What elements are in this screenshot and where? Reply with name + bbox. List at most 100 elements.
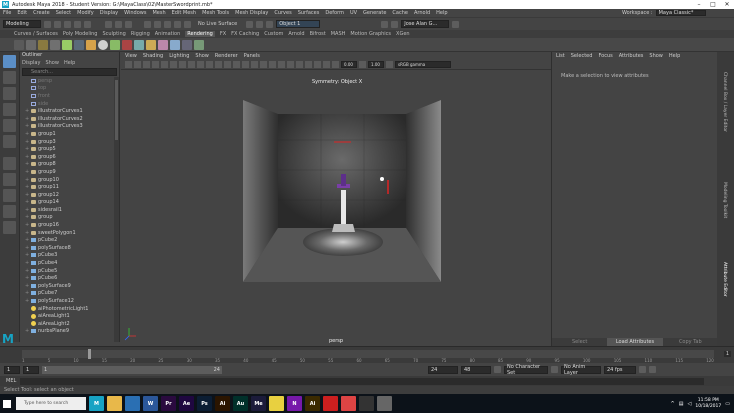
attr-menu-attributes[interactable]: Attributes — [619, 53, 644, 59]
taskbar-search-input[interactable]: Type here to search — [16, 397, 86, 410]
attr-menu-show[interactable]: Show — [649, 53, 663, 59]
graph-persp-icon[interactable] — [3, 205, 16, 218]
taskbar-audition-icon[interactable]: Au — [233, 396, 248, 411]
open-icon[interactable] — [54, 20, 61, 28]
shelf-settings-icon[interactable] — [134, 39, 144, 50]
outliner-item[interactable]: + group12 — [20, 191, 120, 199]
shelf-phong-icon[interactable] — [170, 39, 180, 50]
scale-tool-icon[interactable] — [3, 135, 16, 148]
shelf-tab-poly-modeling[interactable]: Poly Modeling — [63, 31, 98, 37]
chevron-up-icon[interactable]: ^ — [671, 401, 675, 407]
volume-icon[interactable]: ◁ — [687, 401, 691, 407]
layout-icon[interactable] — [3, 221, 16, 234]
folder-icon[interactable] — [44, 20, 51, 28]
maximize-button[interactable]: □ — [706, 0, 720, 9]
shelf-tab-rigging[interactable]: Rigging — [131, 31, 150, 37]
outliner-menu-help[interactable]: Help — [64, 60, 75, 67]
menu-edit[interactable]: Edit — [17, 10, 27, 16]
shelf-material-icon[interactable] — [194, 39, 204, 50]
shelf-light-icon[interactable] — [26, 39, 36, 50]
color-management-icon[interactable] — [386, 61, 393, 68]
select-button[interactable]: Select — [552, 338, 607, 346]
snap-point-icon[interactable] — [164, 20, 171, 28]
isolate-select-icon[interactable] — [323, 61, 330, 68]
resolution-gate-icon[interactable] — [179, 61, 186, 68]
gamma-field[interactable]: 1.00 — [368, 61, 384, 68]
magnet-icon[interactable] — [184, 20, 191, 28]
shelf-tab-mash[interactable]: MASH — [331, 31, 346, 37]
shelf-tab-curves-surfaces[interactable]: Curves / Surfaces — [14, 31, 58, 37]
menu-generate[interactable]: Generate — [363, 10, 386, 16]
outliner-item[interactable]: + group3 — [20, 138, 120, 146]
expand-icon[interactable]: + — [25, 146, 29, 152]
notifications-icon[interactable]: ▭ — [725, 401, 730, 407]
mel-input[interactable] — [20, 377, 704, 385]
help-icon[interactable] — [452, 20, 460, 28]
expand-icon[interactable]: + — [25, 177, 29, 183]
bookmark-icon[interactable] — [143, 61, 150, 68]
expand-icon[interactable]: + — [25, 252, 29, 258]
network-icon[interactable]: ▤ — [679, 401, 684, 407]
outliner-item[interactable]: side — [20, 100, 120, 108]
clock[interactable]: 11:58 PM 10/18/2017 — [695, 398, 721, 410]
menu-mesh-tools[interactable]: Mesh Tools — [202, 10, 229, 16]
shelf-blinn-icon[interactable] — [158, 39, 168, 50]
outliner-item[interactable]: + polySurface9 — [20, 282, 120, 290]
shelf-camera-icon[interactable] — [14, 39, 24, 50]
select-component-icon[interactable] — [125, 20, 132, 28]
outliner-item[interactable]: + group9 — [20, 168, 120, 176]
taskbar-unity-icon[interactable] — [359, 396, 374, 411]
menu-display[interactable]: Display — [100, 10, 118, 16]
taskbar-other-icon[interactable] — [377, 396, 392, 411]
outliner-item[interactable]: + illustratorCurves3 — [20, 123, 120, 131]
minimize-button[interactable]: – — [692, 0, 706, 9]
expand-icon[interactable]: + — [25, 108, 29, 114]
menu-deform[interactable]: Deform — [325, 10, 344, 16]
expand-icon[interactable]: + — [25, 131, 29, 137]
expand-icon[interactable]: + — [25, 298, 29, 304]
shelf-hypershade-icon[interactable] — [122, 39, 132, 50]
attr-menu-focus[interactable]: Focus — [598, 53, 612, 59]
expand-icon[interactable]: + — [25, 199, 29, 205]
wireframe-icon[interactable] — [224, 61, 231, 68]
gamma-icon[interactable] — [359, 61, 366, 68]
menu-curves[interactable]: Curves — [274, 10, 291, 16]
depth-of-field-icon[interactable] — [314, 61, 321, 68]
outliner-item[interactable]: + group16 — [20, 221, 120, 229]
shelf-directional-light-icon[interactable] — [74, 39, 84, 50]
outliner-item[interactable]: + group5 — [20, 145, 120, 153]
end-range-field[interactable]: 24 — [428, 365, 458, 374]
film-gate-icon[interactable] — [170, 61, 177, 68]
single-pane-icon[interactable] — [3, 157, 16, 170]
load-attributes-button[interactable]: Load Attributes — [607, 338, 663, 346]
taskbar-after-effects-icon[interactable]: Ae — [179, 396, 194, 411]
menu-arnold[interactable]: Arnold — [414, 10, 430, 16]
mel-label[interactable]: MEL — [6, 378, 16, 384]
user-dropdown[interactable]: Jose Alan G... — [401, 20, 450, 28]
image-plane-icon[interactable] — [152, 61, 159, 68]
shelf-area-light-icon[interactable] — [62, 39, 72, 50]
attr-menu-help[interactable]: Help — [669, 53, 680, 59]
shelf-sphere-icon[interactable] — [98, 39, 108, 50]
outliner-item[interactable]: + group6 — [20, 153, 120, 161]
history-icon[interactable] — [246, 20, 254, 28]
outliner-item[interactable]: + sweetPolygon1 — [20, 229, 120, 237]
outliner-item[interactable]: + group10 — [20, 176, 120, 184]
outliner-scrollbar[interactable] — [114, 77, 119, 342]
outliner-item[interactable]: + nurbsPlane9 — [20, 328, 120, 336]
shelf-tab-fx-caching[interactable]: FX Caching — [231, 31, 259, 37]
outliner-item[interactable]: + pCube4 — [20, 259, 120, 267]
smooth-shade-icon[interactable] — [233, 61, 240, 68]
expand-icon[interactable]: + — [25, 207, 29, 213]
outliner-item[interactable]: top — [20, 85, 120, 93]
light-locator[interactable] — [380, 177, 384, 181]
shelf-tab-sculpting[interactable]: Sculpting — [102, 31, 125, 37]
viewport-menu-panels[interactable]: Panels — [244, 53, 260, 59]
move-tool-icon[interactable] — [3, 103, 16, 116]
wireframe-shaded-icon[interactable] — [251, 61, 258, 68]
screen-space-ao-icon[interactable] — [287, 61, 294, 68]
motion-blur-icon[interactable] — [296, 61, 303, 68]
snap-curve-icon[interactable] — [154, 20, 161, 28]
taskbar-maya-icon[interactable]: M — [89, 396, 104, 411]
select-object-icon[interactable] — [115, 20, 122, 28]
